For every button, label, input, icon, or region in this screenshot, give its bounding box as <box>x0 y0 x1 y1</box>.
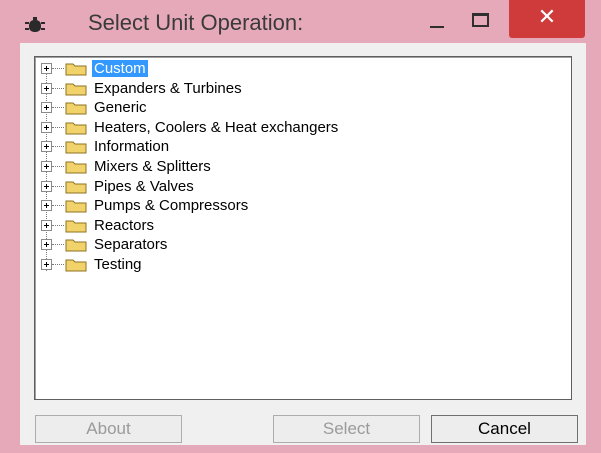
tree-connector <box>52 244 64 246</box>
select-unit-operation-dialog: Select Unit Operation: ✕ Custom Expanders… <box>0 0 601 453</box>
tree-connector <box>52 264 64 265</box>
cancel-button[interactable]: Cancel <box>431 415 578 443</box>
tree-item[interactable]: Generic <box>35 98 535 117</box>
tree-item-label: Separators <box>94 236 168 254</box>
tree-item-label: Expanders & Turbines <box>94 79 242 97</box>
minimize-button[interactable] <box>420 6 454 36</box>
expand-icon[interactable] <box>41 219 52 231</box>
folder-icon <box>65 200 87 213</box>
tree-item-label: Information <box>94 138 170 156</box>
folder-icon <box>65 220 87 233</box>
tree-connector <box>52 146 64 148</box>
tree-connector <box>52 205 64 207</box>
tree-connector <box>52 87 64 89</box>
about-button[interactable]: About <box>35 415 182 443</box>
tree-item-label: Custom <box>92 60 148 77</box>
tree-item[interactable]: Heaters, Coolers & Heat exchangers <box>35 118 535 137</box>
close-icon: ✕ <box>537 4 557 29</box>
tree-item-label: Testing <box>94 256 142 273</box>
tree-connector <box>52 126 64 128</box>
tree-connector <box>52 185 64 187</box>
folder-icon <box>65 102 87 115</box>
expand-icon[interactable] <box>41 63 52 74</box>
folder-icon <box>65 122 87 135</box>
tree-connector <box>52 166 64 167</box>
expand-icon[interactable] <box>41 102 52 114</box>
tree-item[interactable]: Pipes & Valves <box>35 177 535 196</box>
tree-item[interactable]: Reactors <box>35 216 535 235</box>
dialog-body: Custom Expanders & Turbines Generic Heaters… <box>20 43 586 445</box>
tree-item-label: Pumps & Compressors <box>94 197 249 215</box>
expand-icon[interactable] <box>41 161 52 172</box>
folder-icon <box>65 83 87 96</box>
unit-operation-icon <box>25 17 45 32</box>
tree-item-label: Reactors <box>94 216 155 234</box>
tree-item[interactable]: Mixers & Splitters <box>35 157 535 176</box>
unit-operation-tree[interactable]: Custom Expanders & Turbines Generic Heaters… <box>34 56 572 400</box>
folder-icon <box>65 161 87 174</box>
expand-icon[interactable] <box>41 82 52 94</box>
expand-icon[interactable] <box>41 200 52 212</box>
tree-connector <box>52 68 64 69</box>
folder-icon <box>65 259 87 272</box>
folder-icon <box>65 141 87 154</box>
maximize-button[interactable] <box>462 4 496 34</box>
tree-item[interactable]: Custom <box>35 59 535 78</box>
folder-icon <box>65 63 87 76</box>
expand-icon[interactable] <box>41 121 52 133</box>
tree-item[interactable]: Testing <box>35 255 535 274</box>
tree-item-label: Heaters, Coolers & Heat exchangers <box>94 118 339 136</box>
tree-item[interactable]: Expanders & Turbines <box>35 79 535 98</box>
expand-icon[interactable] <box>41 259 52 270</box>
expand-icon[interactable] <box>41 239 52 251</box>
folder-icon <box>65 181 87 194</box>
tree-connector <box>52 107 64 109</box>
tree-item-label: Pipes & Valves <box>94 177 194 195</box>
tree-item[interactable]: Information <box>35 137 535 156</box>
close-button[interactable]: ✕ <box>509 0 585 38</box>
tree-connector <box>52 224 64 226</box>
tree-item[interactable]: Separators <box>35 235 535 254</box>
folder-icon <box>65 239 87 252</box>
window-title: Select Unit Operation: <box>88 10 304 35</box>
select-button[interactable]: Select <box>273 415 420 443</box>
tree-item-label: Generic <box>94 99 147 117</box>
expand-icon[interactable] <box>41 141 52 153</box>
tree-item[interactable]: Pumps & Compressors <box>35 196 535 215</box>
tree-item-label: Mixers & Splitters <box>94 158 211 175</box>
expand-icon[interactable] <box>41 180 52 192</box>
